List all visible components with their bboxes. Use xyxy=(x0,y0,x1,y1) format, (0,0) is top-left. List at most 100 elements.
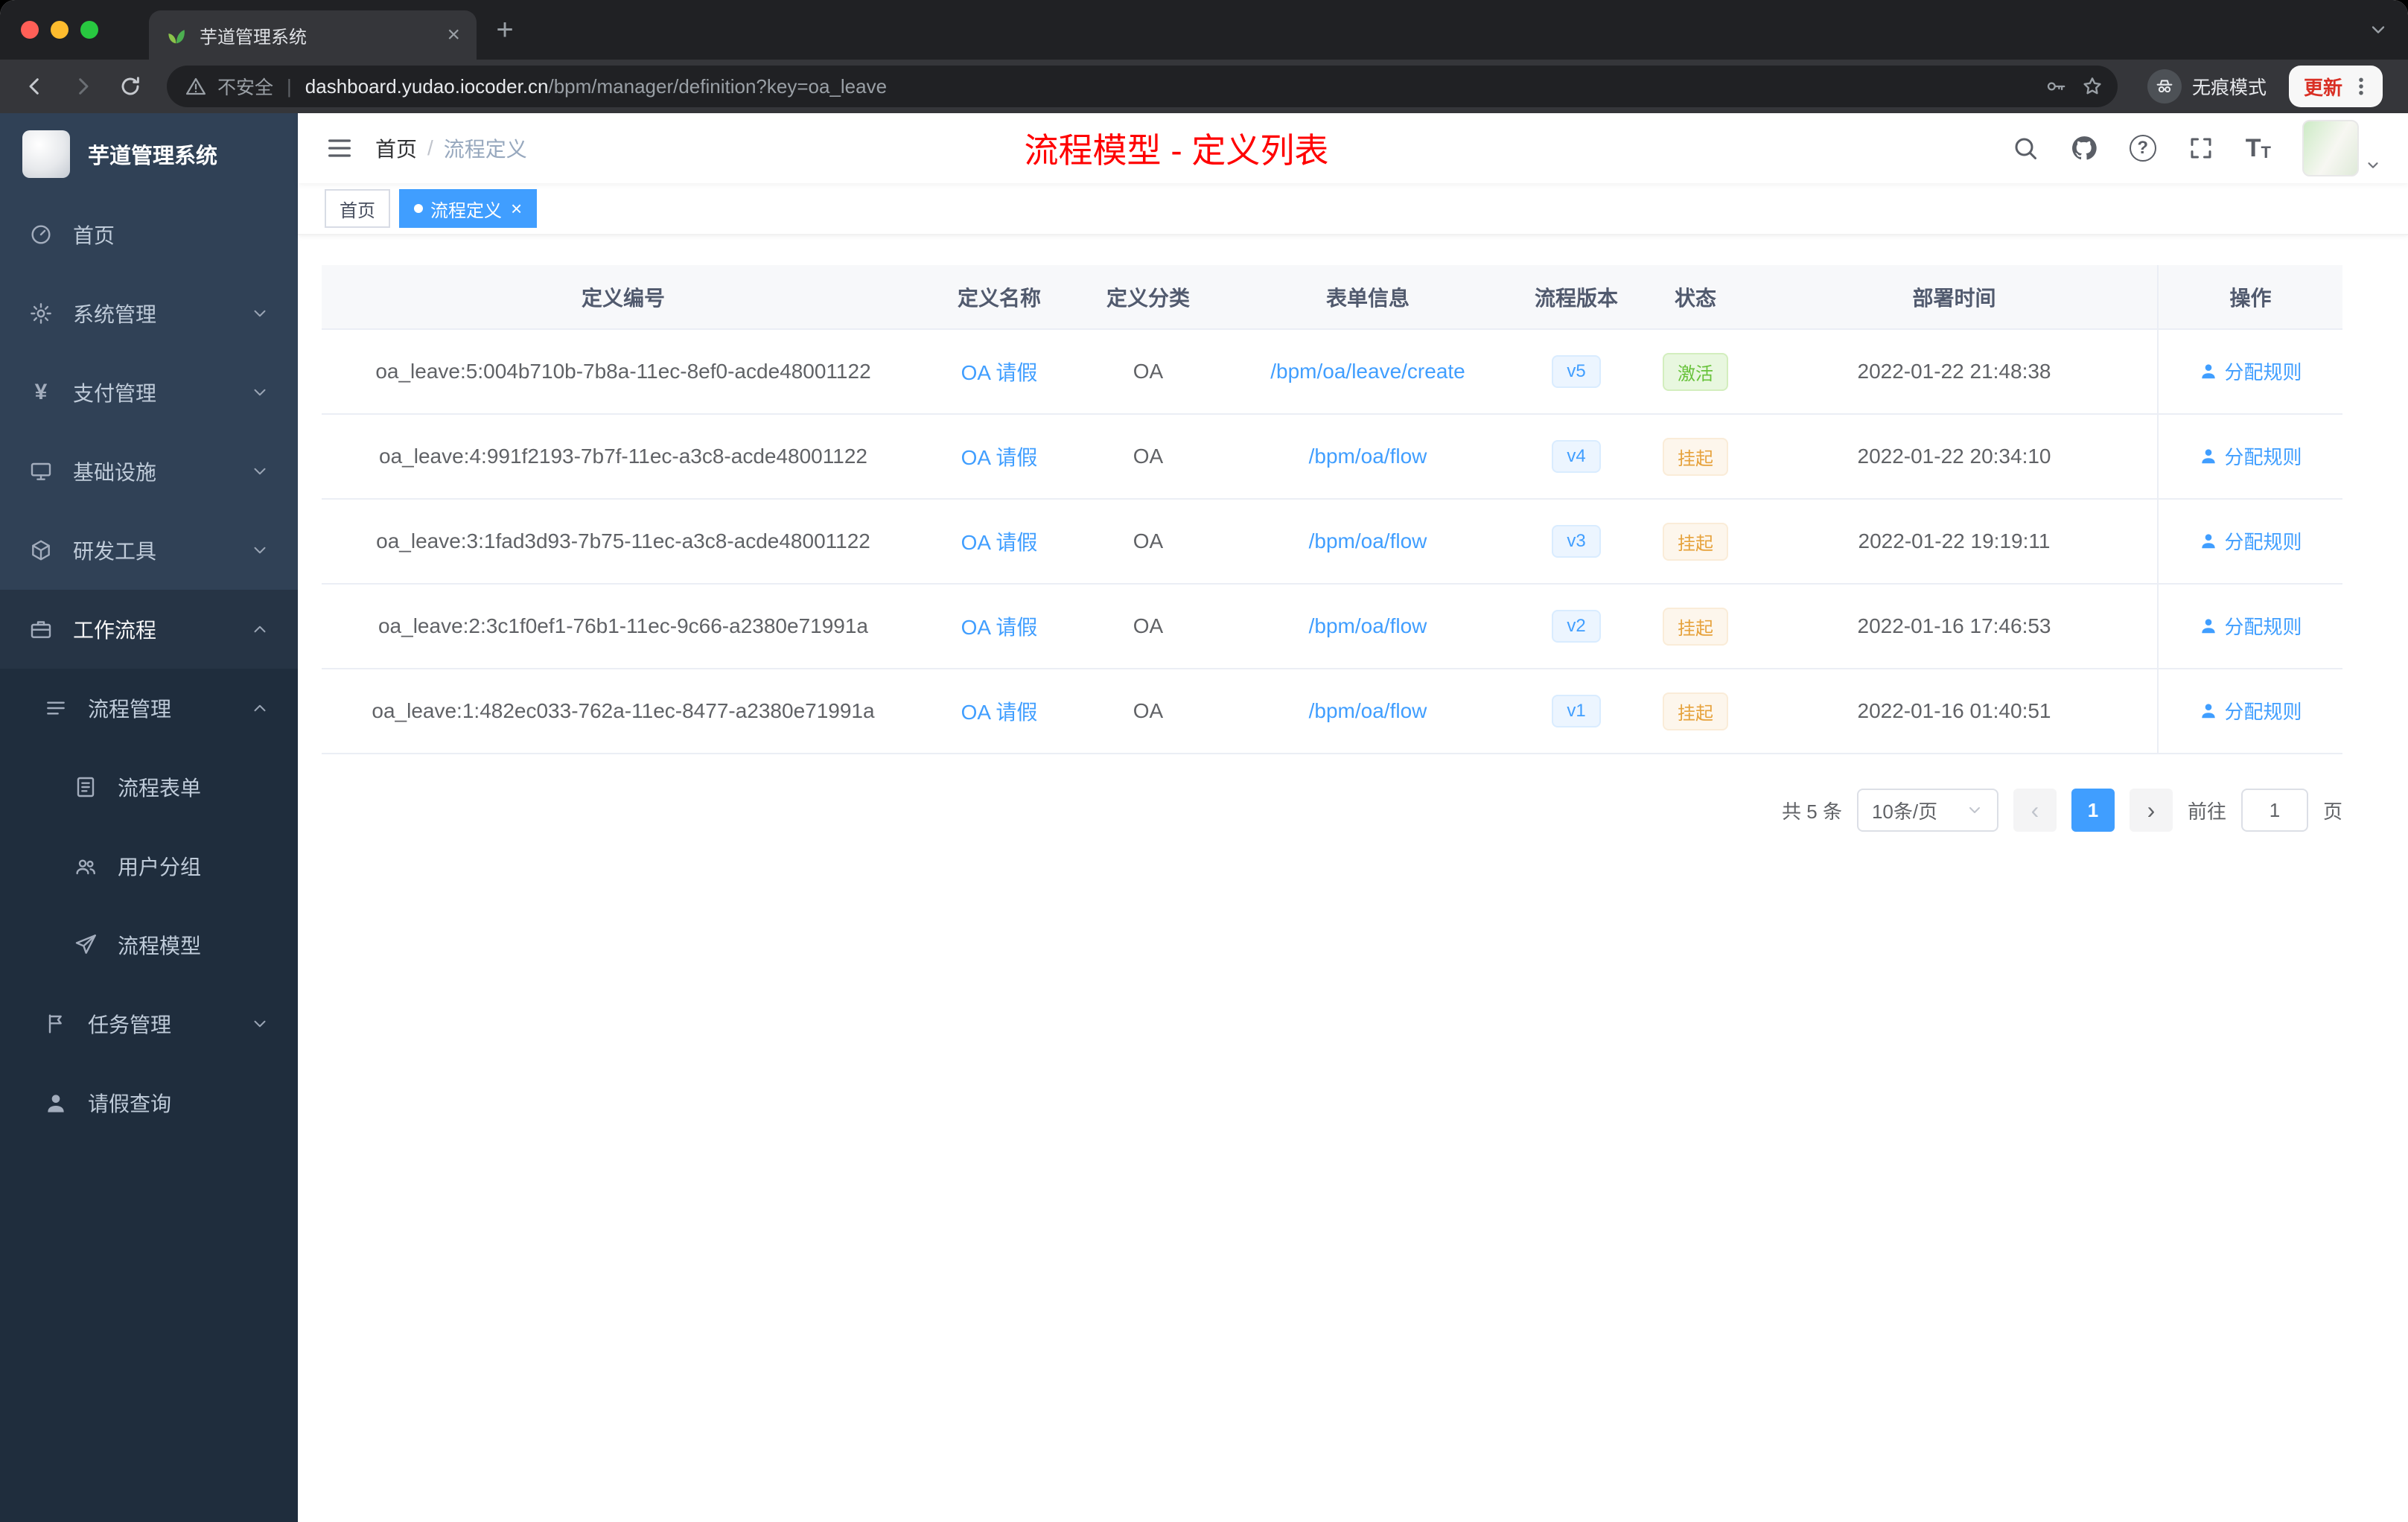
tag-close-icon[interactable]: × xyxy=(511,199,522,218)
update-chip[interactable]: 更新 xyxy=(2288,66,2383,107)
sidebar-item-workflow[interactable]: 工作流程 xyxy=(0,590,298,669)
definition-id: oa_leave:2:3c1f0ef1-76b1-11ec-9c66-a2380… xyxy=(322,584,925,669)
tag-process-definition[interactable]: 流程定义 × xyxy=(399,189,538,228)
omnibox-right-icons xyxy=(2045,74,2104,98)
col-definition-name: 定义名称 xyxy=(925,265,1074,330)
version-badge: v5 xyxy=(1552,355,1601,388)
page-number-button[interactable]: 1 xyxy=(2071,789,2115,832)
chevron-down-icon xyxy=(250,541,270,560)
minimize-window-button[interactable] xyxy=(51,21,69,39)
user-icon xyxy=(2202,364,2216,379)
close-window-button[interactable] xyxy=(21,21,39,39)
sidebar-item-user-group[interactable]: 用户分组 xyxy=(0,827,298,905)
browser-tab[interactable]: 芋道管理系统 × xyxy=(149,10,477,60)
zoom-window-button[interactable] xyxy=(80,21,98,39)
table-row: oa_leave:1:482ec033-762a-11ec-8477-a2380… xyxy=(322,669,2342,754)
col-form-info: 表单信息 xyxy=(1223,265,1513,330)
sidebar-item-system-management[interactable]: 系统管理 xyxy=(0,274,298,353)
sidebar-item-task-management[interactable]: 任务管理 xyxy=(0,984,298,1063)
update-label[interactable]: 更新 xyxy=(2304,73,2342,101)
form-link[interactable]: /bpm/oa/flow xyxy=(1309,614,1427,637)
tag-label: 流程定义 xyxy=(430,200,502,221)
form-link[interactable]: /bpm/oa/leave/create xyxy=(1270,360,1465,383)
favicon-leaf-icon xyxy=(165,24,188,46)
reload-button[interactable] xyxy=(109,65,152,108)
form-link[interactable]: /bpm/oa/flow xyxy=(1309,445,1427,468)
definition-name-link[interactable]: OA 请假 xyxy=(961,531,1038,554)
address-bar: 不安全 | dashboard.yudao.iocoder.cn/bpm/man… xyxy=(0,60,2408,113)
select-chevron-down-icon xyxy=(1966,801,1984,819)
security-label[interactable]: 不安全 xyxy=(217,73,273,100)
definition-id: oa_leave:5:004b710b-7b8a-11ec-8ef0-acde4… xyxy=(322,329,925,415)
breadcrumb-home[interactable]: 首页 xyxy=(375,133,417,163)
browser-menu-kebab-icon[interactable] xyxy=(2350,75,2372,98)
page-size-select[interactable]: 10条/页 xyxy=(1856,789,1998,832)
assign-rule-link[interactable]: 分配规则 xyxy=(2199,527,2302,555)
sidebar-item-leave-query[interactable]: 请假查询 xyxy=(0,1063,298,1142)
total-count-label: 共 5 条 xyxy=(1782,800,1842,823)
logo-title: 芋道管理系统 xyxy=(88,144,218,168)
pagination: 共 5 条 10条/页 ‹ 1 › 前往 页 xyxy=(322,789,2342,832)
goto-page-input[interactable] xyxy=(2240,789,2308,832)
assign-rule-link[interactable]: 分配规则 xyxy=(2199,697,2302,725)
omnibox-divider: | xyxy=(287,74,292,98)
chevron-up-icon xyxy=(250,698,270,718)
font-size-icon[interactable]: TT xyxy=(2246,136,2271,161)
forward-button[interactable] xyxy=(61,65,104,108)
table-row: oa_leave:2:3c1f0ef1-76b1-11ec-9c66-a2380… xyxy=(322,584,2342,669)
avatar[interactable] xyxy=(2302,120,2359,176)
url-text: dashboard.yudao.iocoder.cn/bpm/manager/d… xyxy=(305,75,887,98)
sidebar-item-home[interactable]: 首页 xyxy=(0,195,298,274)
prev-page-button[interactable]: ‹ xyxy=(2013,789,2057,832)
sidebar-item-payment-management[interactable]: ¥ 支付管理 xyxy=(0,353,298,432)
assign-rule-link[interactable]: 分配规则 xyxy=(2199,357,2302,385)
back-button[interactable] xyxy=(13,65,57,108)
definition-id: oa_leave:3:1fad3d93-7b75-11ec-a3c8-acde4… xyxy=(322,499,925,585)
new-tab-button[interactable]: + xyxy=(482,7,527,52)
sidebar-item-process-form[interactable]: 流程表单 xyxy=(0,748,298,827)
form-link[interactable]: /bpm/oa/flow xyxy=(1309,529,1427,553)
user-icon xyxy=(2202,449,2216,464)
password-key-icon[interactable] xyxy=(2045,75,2067,98)
tab-title: 芋道管理系统 xyxy=(200,27,307,48)
sidebar-item-infrastructure[interactable]: 基础设施 xyxy=(0,432,298,511)
definition-name-link[interactable]: OA 请假 xyxy=(961,446,1038,469)
sidebar-item-dev-tools[interactable]: 研发工具 xyxy=(0,511,298,590)
page-title: 流程模型 - 定义列表 xyxy=(1024,131,1329,170)
definition-name-link[interactable]: OA 请假 xyxy=(961,616,1038,639)
sidebar-toggle-hamburger-icon[interactable] xyxy=(325,133,354,163)
sidebar-logo[interactable]: 芋道管理系统 xyxy=(0,113,298,195)
avatar-chevron-down-icon[interactable] xyxy=(2365,157,2381,173)
next-page-button[interactable]: › xyxy=(2129,789,2173,832)
tab-search-chevron-icon[interactable] xyxy=(2368,19,2408,40)
col-process-version: 流程版本 xyxy=(1513,265,1640,330)
not-secure-warning-icon xyxy=(185,75,207,98)
tag-home[interactable]: 首页 xyxy=(325,189,390,228)
definition-name-link[interactable]: OA 请假 xyxy=(961,361,1038,384)
assign-rule-link[interactable]: 分配规则 xyxy=(2199,612,2302,640)
table-row: oa_leave:4:991f2193-7b7f-11ec-a3c8-acde4… xyxy=(322,414,2342,500)
help-icon[interactable]: ? xyxy=(2129,135,2156,162)
sidebar-item-process-model[interactable]: 流程模型 xyxy=(0,905,298,984)
deploy-time: 2022-01-22 21:48:38 xyxy=(1751,329,2158,415)
version-badge: v3 xyxy=(1552,525,1601,558)
version-badge: v2 xyxy=(1552,610,1601,643)
definition-name-link[interactable]: OA 请假 xyxy=(961,701,1038,724)
bookmark-star-icon[interactable] xyxy=(2080,74,2104,98)
tags-bar: 首页 流程定义 × xyxy=(298,183,2408,235)
tab-close-icon[interactable]: × xyxy=(447,24,460,46)
group-icon xyxy=(73,853,98,879)
sidebar-item-process-management[interactable]: 流程管理 xyxy=(0,669,298,748)
github-icon[interactable] xyxy=(2070,134,2098,162)
fullscreen-icon[interactable] xyxy=(2188,135,2214,162)
page-content: 定义编号 定义名称 定义分类 表单信息 流程版本 状态 部署时间 操作 oa_l… xyxy=(298,235,2408,1522)
assign-rule-link[interactable]: 分配规则 xyxy=(2199,442,2302,470)
search-icon[interactable] xyxy=(2012,135,2039,162)
url-omnibox[interactable]: 不安全 | dashboard.yudao.iocoder.cn/bpm/man… xyxy=(167,66,2118,107)
definition-category: OA xyxy=(1074,414,1223,500)
status-badge: 挂起 xyxy=(1663,692,1728,730)
form-link[interactable]: /bpm/oa/flow xyxy=(1309,699,1427,722)
deploy-time: 2022-01-22 20:34:10 xyxy=(1751,414,2158,500)
infra-icon xyxy=(28,459,54,484)
url-host: dashboard.yudao.iocoder.cn xyxy=(305,74,549,98)
